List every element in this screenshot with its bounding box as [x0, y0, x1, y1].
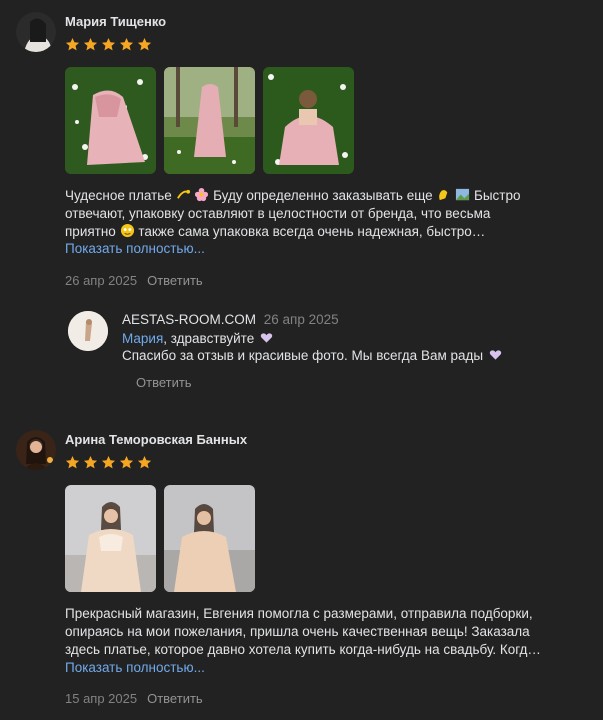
review-photo[interactable]	[65, 67, 156, 174]
reply-greeting: Мария, здравствуйте	[122, 331, 273, 346]
show-more-link[interactable]: Показать полностью...	[65, 660, 205, 675]
reply-button[interactable]: Ответить	[147, 273, 203, 288]
review-photo[interactable]	[65, 485, 156, 592]
picture-icon	[456, 188, 470, 201]
smiling-face-icon	[120, 223, 134, 238]
reply-date: 26 апр 2025	[263, 312, 339, 327]
review-meta: 26 апр 2025 Ответить	[65, 273, 203, 288]
review-photo[interactable]	[263, 67, 354, 174]
star-icon	[137, 37, 152, 51]
reply-button[interactable]: Ответить	[147, 691, 203, 706]
star-icon	[101, 37, 116, 51]
review-photos	[65, 485, 255, 592]
hand-icon	[439, 190, 448, 201]
review-photo[interactable]	[164, 485, 255, 592]
review-text: Прекрасный магазин, Евгения помогла с ра…	[65, 606, 541, 657]
reply-text: Спасибо за отзыв и красивые фото. Мы все…	[122, 348, 502, 363]
review-date: 26 апр 2025	[65, 273, 138, 288]
star-icon	[65, 455, 80, 469]
shop-name[interactable]: AESTAS-ROOM.COM	[122, 312, 256, 327]
star-icon	[119, 37, 134, 51]
avatar[interactable]	[16, 430, 56, 470]
review-text: Чудесное платье Буду определенно заказыв…	[65, 187, 521, 239]
reply-button[interactable]: Ответить	[136, 375, 192, 390]
reply-header: AESTAS-ROOM.COM 26 апр 2025	[122, 312, 339, 327]
star-icon	[101, 455, 116, 469]
review-meta: 15 апр 2025 Ответить	[65, 691, 203, 706]
reviewer-name[interactable]: Мария Тищенко	[65, 14, 166, 29]
review-photo[interactable]	[164, 67, 255, 174]
heart-icon	[260, 333, 273, 343]
star-icon	[137, 455, 152, 469]
star-icon	[83, 455, 98, 469]
rating-stars	[65, 455, 152, 470]
star-icon	[119, 455, 134, 469]
rating-stars	[65, 37, 152, 52]
shop-avatar[interactable]	[68, 311, 108, 351]
review-date: 15 апр 2025	[65, 691, 138, 706]
star-icon	[65, 37, 80, 51]
reviewer-name[interactable]: Арина Теморовская Банных	[65, 432, 247, 447]
flower-icon	[195, 187, 209, 202]
mention-link[interactable]: Мария	[122, 331, 163, 346]
dizzy-icon	[176, 189, 190, 199]
show-more-link[interactable]: Показать полностью...	[65, 241, 205, 256]
review-photos	[65, 67, 354, 174]
heart-icon	[489, 350, 502, 360]
avatar[interactable]	[16, 12, 56, 52]
star-icon	[83, 37, 98, 51]
